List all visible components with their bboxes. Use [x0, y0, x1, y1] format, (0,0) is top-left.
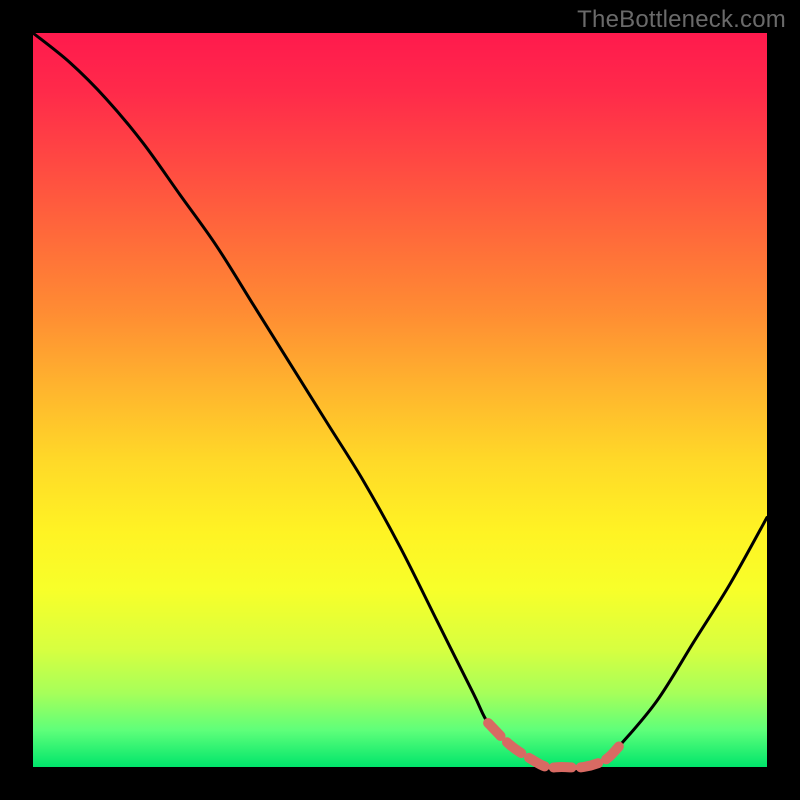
- chart-frame: TheBottleneck.com: [0, 0, 800, 800]
- curve-svg: [33, 33, 767, 767]
- highlight-segment: [488, 723, 620, 768]
- plot-area: [33, 33, 767, 767]
- watermark-text: TheBottleneck.com: [577, 6, 786, 34]
- bottleneck-curve: [33, 33, 767, 768]
